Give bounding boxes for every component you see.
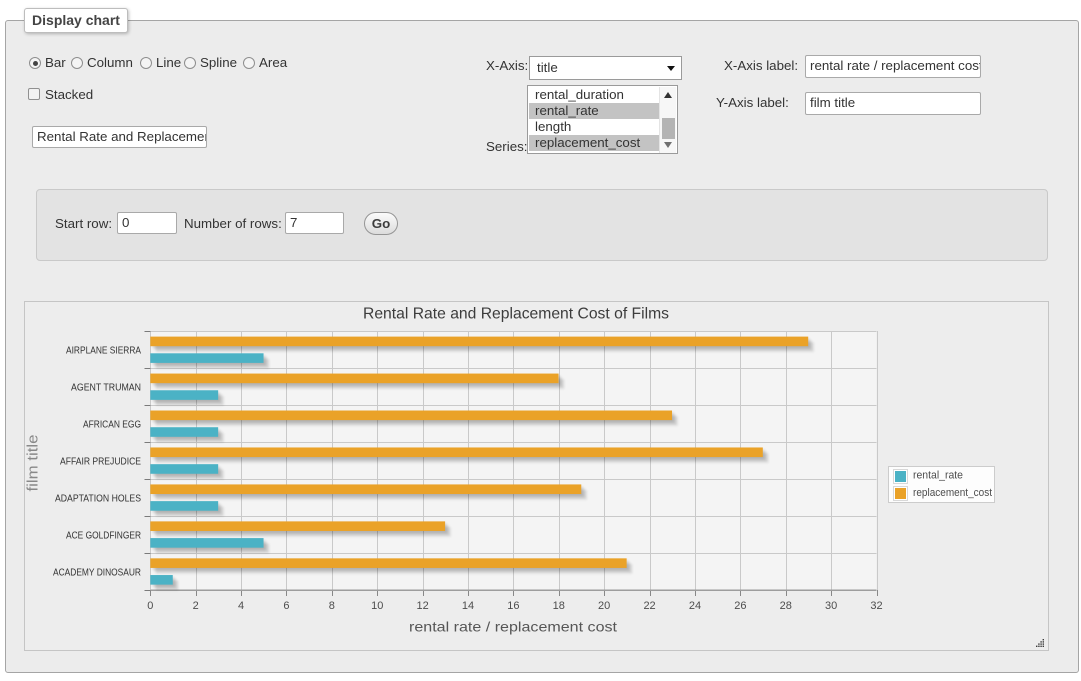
svg-text:rental rate / replacement cost: rental rate / replacement cost [409, 619, 617, 635]
svg-text:AIRPLANE SIERRA: AIRPLANE SIERRA [66, 346, 141, 357]
svg-text:8: 8 [329, 600, 335, 612]
svg-text:14: 14 [462, 600, 474, 612]
svg-text:AGENT TRUMAN: AGENT TRUMAN [71, 383, 141, 394]
svg-text:AFRICAN EGG: AFRICAN EGG [83, 420, 141, 431]
svg-text:16: 16 [507, 600, 519, 612]
svg-text:24: 24 [689, 600, 701, 612]
svg-text:film title: film title [25, 435, 42, 492]
svg-text:26: 26 [734, 600, 746, 612]
svg-text:ADAPTATION HOLES: ADAPTATION HOLES [55, 493, 141, 504]
svg-text:replacement_cost: replacement_cost [913, 487, 992, 499]
svg-text:4: 4 [238, 600, 244, 612]
svg-text:6: 6 [283, 600, 289, 612]
svg-text:18: 18 [553, 600, 565, 612]
svg-text:AFFAIR PREJUDICE: AFFAIR PREJUDICE [60, 456, 141, 467]
svg-text:Rental Rate and Replacement Co: Rental Rate and Replacement Cost of Film… [363, 305, 669, 322]
svg-text:ACADEMY DINOSAUR: ACADEMY DINOSAUR [53, 567, 141, 578]
svg-text:2: 2 [193, 600, 199, 612]
svg-text:rental_rate: rental_rate [913, 470, 963, 482]
svg-text:32: 32 [870, 600, 882, 612]
svg-text:10: 10 [371, 600, 383, 612]
svg-text:20: 20 [598, 600, 610, 612]
svg-text:30: 30 [825, 600, 837, 612]
svg-text:0: 0 [147, 600, 153, 612]
svg-text:ACE GOLDFINGER: ACE GOLDFINGER [66, 530, 141, 541]
svg-text:22: 22 [643, 600, 655, 612]
svg-text:28: 28 [780, 600, 792, 612]
svg-text:12: 12 [417, 600, 429, 612]
